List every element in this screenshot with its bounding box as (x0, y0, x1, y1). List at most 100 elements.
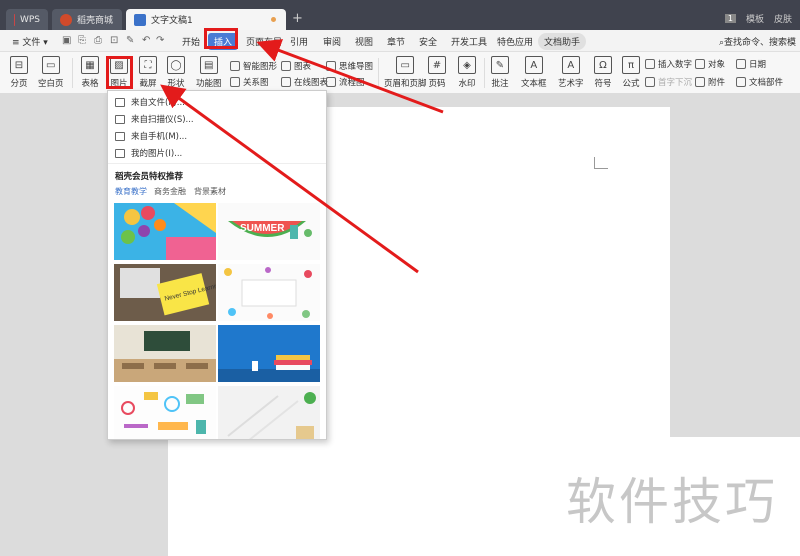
tab-backgrounds[interactable]: 背景素材 (194, 186, 226, 197)
text-box-button[interactable]: A 文本框 (521, 56, 547, 89)
divider (72, 58, 73, 88)
button-label: 文本框 (521, 79, 547, 89)
preview-icon[interactable]: ⊡ (110, 35, 118, 46)
formula-button[interactable]: π 公式 (622, 56, 640, 89)
watermark-icon: ◈ (458, 56, 476, 74)
date-button[interactable]: 日期 (736, 58, 766, 70)
tab-label: 稻壳商城 (77, 16, 114, 26)
command-search[interactable]: ⌕查找命令、搜索模 (719, 35, 796, 48)
attachment-button[interactable]: 附件 (695, 76, 725, 88)
flowchart-button[interactable]: 流程图 (326, 76, 365, 88)
thumbnail-books-blue[interactable] (218, 325, 320, 382)
button-label: 页码 (428, 79, 446, 89)
menu-review[interactable]: 审阅 (323, 35, 341, 48)
online-chart-button[interactable]: 在线图表 (281, 76, 328, 88)
from-file-item[interactable]: 来自文件(P)... (115, 96, 185, 108)
button-label: 页眉和页脚 (384, 79, 427, 89)
menu-special-apps[interactable]: 特色应用 (497, 35, 533, 48)
symbol-icon: Ω (594, 56, 612, 74)
menu-view[interactable]: 视图 (355, 35, 373, 48)
relation-chart-button[interactable]: 关系图 (230, 76, 269, 88)
page-break-button[interactable]: ⊟ 分页 (10, 56, 28, 89)
blank-page-icon: ▭ (41, 56, 60, 74)
chart-button[interactable]: 图表 (281, 60, 311, 72)
my-pictures-item[interactable]: 我的图片(I)... (115, 147, 182, 159)
function-chart-button[interactable]: ▤ 功能图 (196, 56, 222, 89)
file-menu[interactable]: ≡ 文件 ▾ (12, 35, 48, 48)
tab-wps[interactable]: WPS (6, 9, 48, 30)
thumbnail-stationery[interactable] (114, 386, 216, 439)
insert-number-button[interactable]: 插入数字 (645, 58, 692, 70)
blank-page-button[interactable]: ▭ 空白页 (38, 56, 64, 89)
thumbnail-white-desk[interactable] (218, 386, 320, 439)
white-desk-image (218, 386, 320, 439)
menu-chapter[interactable]: 章节 (387, 35, 405, 48)
menu-page-layout[interactable]: 页面布局 (246, 35, 282, 48)
tab-document[interactable]: 文字文稿1 (126, 9, 286, 30)
menu-developer[interactable]: 开发工具 (451, 35, 487, 48)
undo-icon[interactable]: ↶ (142, 35, 150, 46)
window-count-badge: 1 (724, 14, 736, 23)
thumbnail-summer[interactable]: SUMMER (218, 203, 320, 260)
button-label: 功能图 (196, 79, 222, 89)
file-image-icon (115, 97, 125, 107)
doc-parts-button[interactable]: 文档部件 (736, 76, 783, 88)
page-number-icon: # (428, 56, 446, 74)
mind-map-icon (326, 61, 336, 71)
word-art-button[interactable]: A 艺术字 (558, 56, 584, 89)
doc-parts-icon (736, 77, 746, 87)
skin-button[interactable]: 皮肤 (774, 12, 792, 25)
menu-references[interactable]: 引用 (290, 35, 308, 48)
smart-shape-button[interactable]: 智能图形 (230, 60, 277, 72)
table-button[interactable]: ▦ 表格 (81, 56, 99, 89)
save-icon[interactable]: ▣ (62, 35, 71, 46)
screenshot-icon: ⛶ (139, 56, 157, 74)
template-button[interactable]: 模板 (746, 12, 764, 25)
print-icon[interactable]: ⎙ (94, 35, 102, 46)
tab-education[interactable]: 教育教学 (115, 186, 147, 197)
tab-label: WPS (19, 14, 40, 25)
from-scanner-item[interactable]: 来自扫描仪(S)... (115, 113, 194, 125)
menu-doc-assistant[interactable]: 文档助手 (538, 33, 587, 50)
button-label: 截屏 (139, 79, 157, 89)
thumbnail-classroom[interactable] (114, 325, 216, 382)
button-label: 符号 (594, 79, 612, 89)
first-drop-button[interactable]: 首字下沉 (645, 76, 692, 88)
scanner-icon (115, 114, 125, 124)
page-break-icon: ⊟ (10, 56, 28, 74)
watermark-text: 软件技巧 (566, 473, 778, 531)
thumbnail-confetti[interactable] (218, 264, 320, 321)
header-footer-icon: ▭ (396, 56, 415, 74)
redo-icon[interactable]: ↷ (156, 35, 164, 46)
menu-home[interactable]: 开始 (182, 35, 200, 48)
header-footer-button[interactable]: ▭ 页眉和页脚 (384, 56, 427, 89)
thumbnail-paint-supplies[interactable] (114, 203, 216, 260)
summer-watermelon-image: SUMMER (218, 203, 320, 260)
object-button[interactable]: 对象 (695, 58, 725, 70)
wps-logo-icon (14, 13, 15, 26)
comment-button[interactable]: ✎ 批注 (491, 56, 509, 89)
export-icon[interactable]: ⎘ (78, 35, 86, 46)
tab-business[interactable]: 商务金融 (154, 186, 186, 197)
screenshot-button[interactable]: ⛶ 截屏 (139, 56, 157, 89)
attachment-icon (695, 77, 705, 87)
new-tab-button[interactable]: + (292, 11, 303, 26)
date-icon (736, 59, 746, 69)
from-phone-item[interactable]: 来自手机(M)... (115, 130, 187, 142)
watermark-button[interactable]: ◈ 水印 (458, 56, 476, 89)
word-art-icon: A (561, 56, 580, 74)
classroom-image (114, 325, 216, 382)
page-number-button[interactable]: # 页码 (428, 56, 446, 89)
shape-button[interactable]: ◯ 形状 (167, 56, 185, 89)
menu-security[interactable]: 安全 (419, 35, 437, 48)
paint-supplies-image (114, 203, 216, 260)
insert-number-icon (645, 59, 655, 69)
tab-docer-store[interactable]: 稻壳商城 (52, 9, 122, 30)
section-title: 稻壳会员特权推荐 (115, 172, 184, 182)
thumbnail-never-stop-learning[interactable]: Never Stop Learning (114, 264, 216, 321)
format-brush-icon[interactable]: ✎ (126, 35, 134, 46)
relation-chart-icon (230, 77, 240, 87)
mind-map-button[interactable]: 思维导图 (326, 60, 373, 72)
symbol-button[interactable]: Ω 符号 (594, 56, 612, 89)
picture-dropdown-menu: 来自文件(P)... 来自扫描仪(S)... 来自手机(M)... 我的图片(I… (107, 90, 327, 440)
